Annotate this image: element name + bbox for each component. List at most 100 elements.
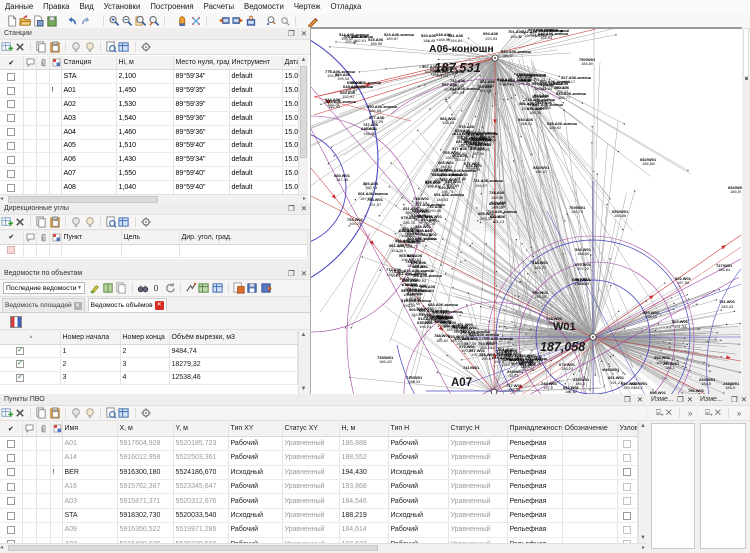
svg-text:196,46: 196,46: [363, 131, 376, 136]
svg-text:186,5!: 186,5!: [730, 189, 741, 194]
svg-text:188,83: 188,83: [436, 197, 449, 202]
svg-text:194,93: 194,93: [482, 83, 495, 88]
svg-text:194,71: 194,71: [365, 126, 378, 131]
svg-text:186,2: 186,2: [633, 385, 644, 390]
svg-text:187,0: 187,0: [543, 385, 554, 390]
svg-text:186,75: 186,75: [571, 209, 584, 214]
svg-text:193,75: 193,75: [327, 102, 340, 107]
svg-text:193,22: 193,22: [491, 205, 504, 210]
svg-text:191,99: 191,99: [443, 181, 456, 186]
svg-text:187,55: 187,55: [464, 341, 477, 346]
svg-text:195,28: 195,28: [534, 294, 547, 299]
svg-text:186,56: 186,56: [370, 41, 383, 46]
svg-text:194,28: 194,28: [504, 353, 517, 358]
svg-text:192,93: 192,93: [365, 185, 378, 190]
svg-text:195,98: 195,98: [518, 81, 531, 86]
svg-text:193,70: 193,70: [400, 243, 413, 248]
svg-text:189,43: 189,43: [452, 83, 465, 88]
svg-text:185,55: 185,55: [456, 135, 469, 140]
svg-text:А06-конюшн: А06-конюшн: [429, 43, 494, 55]
svg-text:192,91: 192,91: [342, 94, 355, 99]
svg-text:186,9: 186,9: [725, 385, 736, 390]
svg-text:187,058: 187,058: [540, 340, 585, 354]
svg-text:187,68: 187,68: [454, 176, 467, 181]
svg-text:191,98: 191,98: [479, 88, 492, 93]
svg-text:186,34: 186,34: [408, 379, 421, 384]
svg-text:191,93: 191,93: [540, 35, 553, 40]
svg-text:192,30: 192,30: [471, 352, 484, 357]
svg-text:187,46: 187,46: [336, 177, 349, 182]
svg-text:196,42: 196,42: [510, 34, 523, 39]
svg-text:188,98: 188,98: [491, 195, 504, 200]
svg-text:194,14: 194,14: [520, 121, 533, 126]
svg-text:W01: W01: [553, 321, 576, 333]
svg-text:191,84: 191,84: [423, 236, 436, 241]
svg-text:193,89: 193,89: [409, 295, 422, 300]
svg-text:186,92: 186,92: [549, 125, 562, 130]
svg-text:184,20: 184,20: [561, 366, 574, 371]
svg-text:A07: A07: [451, 377, 472, 389]
svg-text:196,64: 196,64: [511, 361, 524, 366]
svg-text:194,57: 194,57: [475, 183, 488, 188]
svg-text:191,57: 191,57: [369, 202, 382, 207]
svg-text:186,68: 186,68: [369, 108, 382, 113]
svg-text:184,84: 184,84: [540, 86, 553, 91]
svg-text:190,44: 190,44: [524, 33, 537, 38]
svg-text:189,87: 189,87: [386, 36, 399, 41]
svg-text:194,82: 194,82: [401, 233, 414, 238]
svg-text:186,1: 186,1: [665, 365, 676, 370]
svg-text:246!W01: 246!W01: [603, 367, 620, 372]
svg-text:195,20: 195,20: [645, 314, 658, 319]
svg-text:190,37: 190,37: [349, 85, 362, 90]
svg-text:192,20: 192,20: [529, 361, 542, 366]
svg-text:191,13: 191,13: [492, 219, 505, 224]
svg-text:187,1: 187,1: [509, 373, 520, 378]
svg-text:191,80: 191,80: [527, 102, 540, 107]
svg-text:186,3: 186,3: [575, 381, 586, 386]
svg-text:186,80!: 186,80!: [642, 161, 655, 166]
svg-text:194,29: 194,29: [327, 73, 340, 78]
svg-text:187,67: 187,67: [555, 85, 568, 90]
svg-text:192,91: 192,91: [427, 184, 440, 189]
svg-text:189,15: 189,15: [446, 327, 459, 332]
svg-text:0: 0: [154, 283, 159, 293]
svg-text:186,86: 186,86: [614, 213, 627, 218]
svg-text:186,42!: 186,42!: [379, 359, 392, 364]
svg-text:184,39: 184,39: [423, 221, 436, 226]
svg-text:188,86: 188,86: [577, 251, 590, 256]
svg-text:184,77: 184,77: [534, 265, 547, 270]
svg-text:!85,6!: !85,6!: [503, 53, 513, 58]
svg-text:191,39: 191,39: [674, 324, 687, 329]
svg-text:194,25: 194,25: [349, 221, 362, 226]
svg-text:190,96: 190,96: [429, 208, 442, 213]
svg-text:188,14: 188,14: [480, 345, 493, 350]
svg-text:186,8: 186,8: [701, 381, 712, 386]
svg-text:185,77: 185,77: [558, 95, 571, 100]
svg-text:185,99: 185,99: [468, 167, 481, 172]
svg-text:187,94: 187,94: [502, 82, 515, 87]
svg-text:189,84: 189,84: [435, 314, 448, 319]
svg-text:184,17: 184,17: [454, 157, 467, 162]
svg-text:187,96: 187,96: [472, 151, 485, 156]
svg-text:193,53: 193,53: [485, 36, 498, 41]
svg-text:184,12: 184,12: [450, 338, 463, 343]
svg-text:188,82: 188,82: [440, 164, 453, 169]
svg-text:187,58: 187,58: [677, 280, 690, 285]
svg-text:191,55: 191,55: [463, 330, 476, 335]
svg-text:187,531: 187,531: [434, 60, 481, 75]
svg-text:184,54: 184,54: [452, 90, 465, 95]
svg-text:194,38: 194,38: [508, 387, 521, 392]
svg-text:191,21: 191,21: [610, 380, 623, 385]
svg-text:741!W01: 741!W01: [463, 365, 480, 370]
svg-text:186,17: 186,17: [563, 79, 576, 84]
svg-text:194,74: 194,74: [441, 189, 454, 194]
svg-text:186,84: 186,84: [718, 267, 731, 272]
svg-text:192,22: 192,22: [577, 266, 590, 271]
svg-text:185,43: 185,43: [721, 304, 734, 309]
svg-text:185,18: 185,18: [442, 120, 455, 125]
svg-text:194,77: 194,77: [482, 141, 495, 146]
svg-text:184,44: 184,44: [414, 269, 427, 274]
svg-text:186,47: 186,47: [535, 169, 548, 174]
svg-text:196,45: 196,45: [401, 257, 414, 262]
svg-text:192,91: 192,91: [354, 38, 367, 43]
